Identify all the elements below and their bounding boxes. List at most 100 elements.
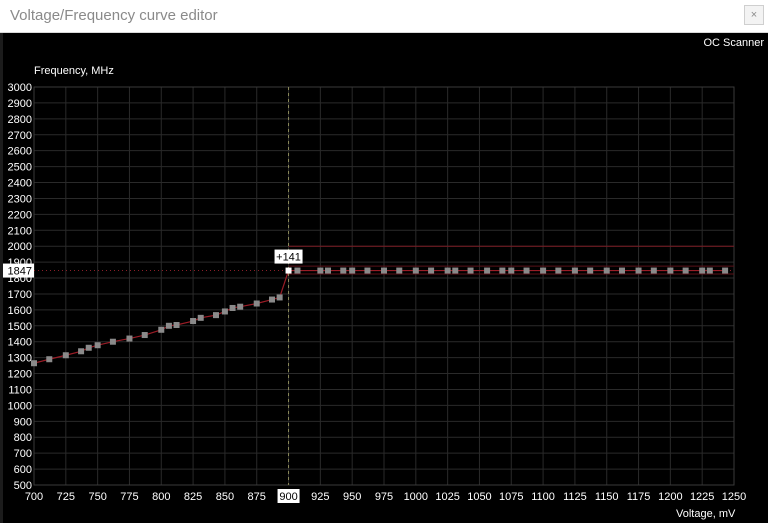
curve-point[interactable] xyxy=(158,326,165,333)
curve-point[interactable] xyxy=(428,267,435,274)
x-tick-label: 1225 xyxy=(690,491,714,503)
y-tick-label: 800 xyxy=(14,432,32,444)
y-tick-label: 1400 xyxy=(8,337,32,349)
offset-tooltip-label: +141 xyxy=(276,252,301,264)
curve-point[interactable] xyxy=(722,267,729,274)
y-tick-label: 2900 xyxy=(8,98,32,110)
curve-point[interactable] xyxy=(237,303,244,310)
curve-point[interactable] xyxy=(325,267,331,274)
selected-curve-point[interactable] xyxy=(285,267,292,274)
curve-point[interactable] xyxy=(706,267,713,274)
x-tick-label: 1150 xyxy=(595,491,619,503)
y-tick-label: 1000 xyxy=(8,400,32,412)
curve-point[interactable] xyxy=(126,335,133,342)
curve-point[interactable] xyxy=(484,267,491,274)
curve-point[interactable] xyxy=(603,267,610,274)
curve-point[interactable] xyxy=(190,318,197,325)
curve-point[interactable] xyxy=(523,267,530,274)
curve-point[interactable] xyxy=(221,308,228,315)
curve-point[interactable] xyxy=(85,344,92,351)
curve-point[interactable] xyxy=(364,267,371,274)
curve-point[interactable] xyxy=(269,296,275,303)
y-tick-label: 2100 xyxy=(8,225,32,237)
y-tick-label: 2400 xyxy=(8,178,32,190)
curve-point[interactable] xyxy=(667,267,674,274)
oc-scanner-button[interactable]: OC Scanner xyxy=(703,37,764,49)
x-tick-label: 800 xyxy=(152,491,170,503)
curve-point[interactable] xyxy=(619,267,625,274)
x-tick-label: 975 xyxy=(375,491,393,503)
curve-point[interactable] xyxy=(555,267,562,274)
x-tick-label: 1025 xyxy=(435,491,459,503)
curve-point[interactable] xyxy=(340,267,347,274)
x-tick-label: 1075 xyxy=(499,491,523,503)
x-tick-label: 950 xyxy=(343,491,361,503)
y-tick-label: 1300 xyxy=(8,353,32,365)
curve-point[interactable] xyxy=(213,312,219,319)
curve-point[interactable] xyxy=(78,348,85,355)
y-tick-label: 1100 xyxy=(8,384,32,396)
curve-point[interactable] xyxy=(381,267,387,274)
curve-point[interactable] xyxy=(197,314,204,321)
close-button[interactable]: × xyxy=(744,5,764,25)
x-tick-label: 725 xyxy=(57,491,75,503)
curve-point[interactable] xyxy=(412,267,419,274)
x-axis-title: Voltage, mV xyxy=(676,508,736,520)
y-tick-label: 2800 xyxy=(8,114,32,126)
y-tick-label: 600 xyxy=(14,464,32,476)
curve-point[interactable] xyxy=(276,294,283,301)
x-tick-label: 1050 xyxy=(467,491,491,503)
curve-point[interactable] xyxy=(141,332,148,339)
curve-point[interactable] xyxy=(294,267,301,274)
y-tick-label: 1600 xyxy=(8,305,32,317)
curve-point[interactable] xyxy=(571,267,578,274)
x-tick-label: 1125 xyxy=(563,491,587,503)
curve-point[interactable] xyxy=(682,267,689,274)
curve-point[interactable] xyxy=(635,267,642,274)
toolbar: OC Scanner xyxy=(3,34,768,54)
vf-curve-svg[interactable]: 5006007008009001000110012001300140015001… xyxy=(3,56,768,523)
y-tick-label: 2500 xyxy=(8,162,32,174)
y-tick-label: 2700 xyxy=(8,130,32,142)
y-axis-title: Frequency, MHz xyxy=(34,65,114,77)
vf-curve-chart[interactable]: 500 600 700 800 900 1000 1100 1200 1300 1400 1500 1… xyxy=(3,56,768,523)
y-tick-label: 1500 xyxy=(8,321,32,333)
x-tick-label: 850 xyxy=(216,491,234,503)
curve-point[interactable] xyxy=(699,267,706,274)
x-tick-label: 1175 xyxy=(627,491,651,503)
y-tick-label: 2300 xyxy=(8,193,32,205)
x-tick-label: 1100 xyxy=(531,491,555,503)
curve-point[interactable] xyxy=(467,267,474,274)
y-tick-label: 2600 xyxy=(8,146,32,158)
y-tick-label: 1200 xyxy=(8,369,32,381)
x-tick-label: 1200 xyxy=(658,491,682,503)
curve-point[interactable] xyxy=(165,322,172,329)
y-tick-label: 2000 xyxy=(8,241,32,253)
x-tick-label: 1250 xyxy=(722,491,746,503)
curve-point[interactable] xyxy=(173,322,180,329)
title-bar: Voltage/Frequency curve editor × xyxy=(0,0,768,33)
curve-point[interactable] xyxy=(349,267,356,274)
curve-point[interactable] xyxy=(109,338,116,345)
curve-point[interactable] xyxy=(587,267,594,274)
curve-point[interactable] xyxy=(253,300,260,307)
curve-point[interactable] xyxy=(540,267,547,274)
curve-point[interactable] xyxy=(650,267,657,274)
x-tick-label: 825 xyxy=(184,491,202,503)
curve-point[interactable] xyxy=(444,267,451,274)
curve-point[interactable] xyxy=(229,304,236,311)
y-tick-label: 2200 xyxy=(8,209,32,221)
curve-point[interactable] xyxy=(499,267,506,274)
curve-point[interactable] xyxy=(508,267,515,274)
x-tick-label: 750 xyxy=(88,491,106,503)
curve-point[interactable] xyxy=(452,267,459,274)
curve-point[interactable] xyxy=(62,352,69,359)
curve-point[interactable] xyxy=(396,267,403,274)
y-tick-label: 1700 xyxy=(8,289,32,301)
current-frequency-label: 1847 xyxy=(8,266,32,278)
x-tick-label: 875 xyxy=(248,491,266,503)
curve-point[interactable] xyxy=(317,267,324,274)
curve-point[interactable] xyxy=(46,356,53,363)
curve-point[interactable] xyxy=(94,342,101,349)
y-tick-label: 700 xyxy=(14,448,32,460)
